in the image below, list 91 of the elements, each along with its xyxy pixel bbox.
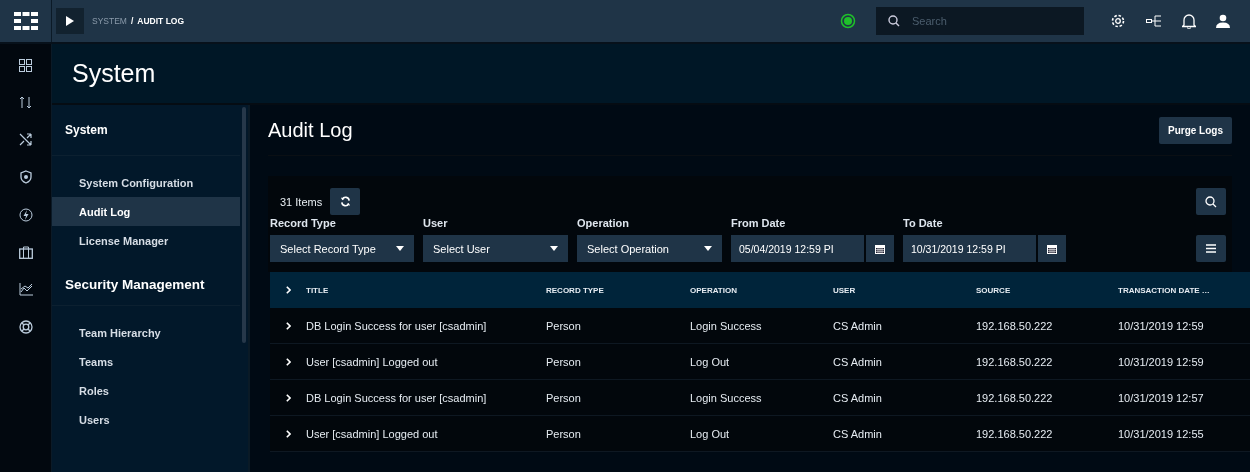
column-header[interactable]: TRANSACTION DATE … (1118, 285, 1238, 295)
sidebar-item[interactable]: System Configuration (52, 168, 240, 197)
page-title: System (72, 59, 156, 88)
chevron-icon[interactable] (285, 321, 291, 330)
shuffle-icon[interactable] (19, 133, 32, 146)
table-cell-text: User [csadmin] Logged out (306, 355, 439, 368)
table-cell-text: CS Admin (833, 427, 883, 440)
dropdown[interactable]: Select Operation (577, 235, 722, 262)
refresh-icon (339, 196, 351, 207)
search-field[interactable]: Search (876, 7, 1084, 35)
settings-icon[interactable] (1110, 13, 1126, 29)
status-icon[interactable] (840, 13, 856, 29)
breadcrumb-separator: / (130, 16, 134, 26)
table-cell-text: 192.168.50.222 (976, 355, 1054, 368)
sidebar-item[interactable]: Users (52, 405, 240, 434)
date-field[interactable]: 05/04/2019 12:59 PI (731, 235, 864, 262)
menu-icon (1206, 244, 1216, 253)
table-cell-text: 10/31/2019 12:59 (1118, 355, 1205, 368)
date-field[interactable]: 10/31/2019 12:59 PI (903, 235, 1036, 262)
sidebar-heading: System (52, 105, 240, 156)
calendar-icon (1047, 243, 1057, 254)
table-cell-text: 192.168.50.222 (976, 427, 1054, 440)
lightning-icon[interactable] (18, 208, 33, 222)
breadcrumb-current: AUDIT LOG (137, 16, 185, 26)
table-cell-text: Person (546, 391, 582, 404)
sidebar-item[interactable]: License Manager (52, 226, 240, 255)
table-cell-text: Login Success (690, 319, 763, 332)
lifebuoy-icon[interactable] (18, 320, 33, 334)
column-header[interactable]: OPERATION (690, 285, 833, 295)
column-header[interactable]: SOURCE (976, 285, 1118, 295)
table-cell-text: Login Success (690, 391, 763, 404)
table-cell-text: DB Login Success for user [csadmin] (306, 319, 488, 332)
item-count: 31 Items (280, 195, 323, 208)
dropdown[interactable]: Select Record Type (270, 235, 414, 262)
chevron-icon[interactable] (285, 429, 291, 438)
expand-button[interactable] (56, 8, 84, 34)
chevron-icon[interactable] (285, 286, 291, 294)
sidebar-heading: Security Management (52, 263, 240, 306)
shield-icon[interactable] (19, 170, 32, 184)
search-icon (1205, 195, 1217, 208)
search-icon (888, 15, 900, 27)
table-cell-text: Log Out (690, 427, 731, 440)
briefcase-icon[interactable] (18, 246, 33, 259)
column-header[interactable]: TITLE (306, 285, 546, 295)
chart-icon[interactable] (18, 283, 33, 296)
table-cell-text: CS Admin (833, 319, 883, 332)
menu-button[interactable] (1196, 235, 1226, 262)
table-cell-text: 10/31/2019 12:57 (1118, 391, 1205, 404)
caret-icon (704, 246, 712, 251)
table-cell-text: Person (546, 355, 582, 368)
table-cell-text: DB Login Success for user [csadmin] (306, 391, 488, 404)
column-header[interactable]: USER (833, 285, 976, 295)
calendar-button[interactable] (866, 235, 894, 262)
filter-label: Operation (577, 217, 630, 229)
chevron-icon[interactable] (285, 393, 291, 402)
table-cell-text: 192.168.50.222 (976, 319, 1054, 332)
filter-label: Record Type (270, 217, 337, 229)
play-icon (66, 16, 74, 26)
refresh-button[interactable] (330, 188, 361, 215)
caret-icon (550, 246, 558, 251)
filter-label: To Date (903, 217, 944, 229)
hierarchy-icon[interactable] (1146, 15, 1162, 27)
table-cell-text: Person (546, 427, 582, 440)
sidebar-item[interactable]: Teams (52, 347, 240, 376)
column-header[interactable]: RECORD TYPE (546, 285, 690, 295)
calendar-button[interactable] (1038, 235, 1066, 262)
table-cell-text: User [csadmin] Logged out (306, 427, 439, 440)
sort-icon[interactable] (19, 96, 32, 109)
table-cell-text: CS Admin (833, 355, 883, 368)
filter-label: User (423, 217, 449, 229)
notification-icon[interactable] (1182, 13, 1196, 29)
sidebar-item[interactable]: Audit Log (52, 197, 240, 226)
breadcrumb-link[interactable]: SYSTEM (92, 16, 127, 26)
section-title: Audit Log (268, 118, 354, 142)
search-button[interactable] (1196, 188, 1226, 215)
caret-icon (396, 246, 404, 251)
purge-logs-button[interactable]: Purge Logs (1159, 116, 1232, 144)
filter-label: From Date (731, 217, 787, 229)
table-cell-text: CS Admin (833, 391, 883, 404)
table-cell-text: 10/31/2019 12:59 (1118, 319, 1205, 332)
dashboard-icon[interactable] (19, 59, 32, 72)
dropdown[interactable]: Select User (423, 235, 568, 262)
sidebar-item[interactable]: Team Hierarchy (52, 318, 240, 347)
table-cell-text: Person (546, 319, 582, 332)
calendar-icon (875, 243, 885, 254)
user-icon[interactable] (1216, 14, 1230, 28)
table-cell-text: 192.168.50.222 (976, 391, 1054, 404)
chevron-icon[interactable] (285, 357, 291, 366)
sidebar-item[interactable]: Roles (52, 376, 240, 405)
table-cell-text: Log Out (690, 355, 731, 368)
table-cell-text: 10/31/2019 12:55 (1118, 427, 1205, 440)
